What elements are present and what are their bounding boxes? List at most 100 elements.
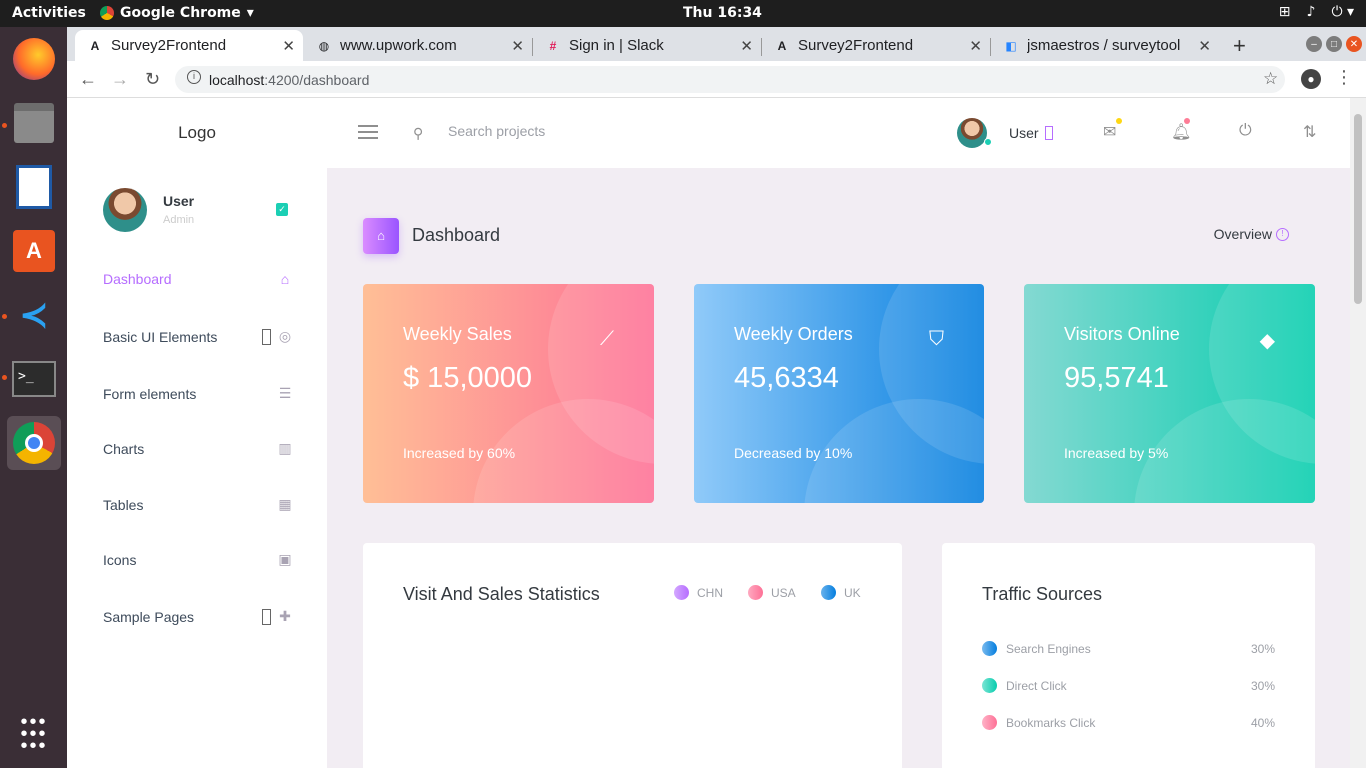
- card-footer: Increased by 60%: [403, 445, 516, 461]
- address-bar[interactable]: localhost:4200/dashboard: [175, 66, 1285, 93]
- tab-title: www.upwork.com: [340, 37, 457, 54]
- app-name: Google Chrome: [120, 5, 241, 21]
- chrome-icon: [100, 6, 114, 20]
- navbar-user-name[interactable]: User: [1009, 125, 1039, 141]
- card-value: 95,5741: [1064, 362, 1169, 394]
- tab-upwork[interactable]: ◍ www.upwork.com ✕: [304, 30, 533, 61]
- sidebar-profile[interactable]: User Admin ✓: [103, 188, 288, 232]
- card-value: $ 15,0000: [403, 362, 533, 394]
- activities-button[interactable]: Activities: [12, 5, 86, 21]
- back-icon[interactable]: ←: [79, 69, 97, 90]
- sidebar-item-dashboard[interactable]: Dashboard ⌂: [103, 271, 293, 287]
- card-footer: Increased by 5%: [1064, 445, 1169, 461]
- legend-swatch: [821, 585, 836, 600]
- sidebar-item-basic-ui[interactable]: Basic UI Elements ◎: [103, 328, 293, 345]
- scrollbar-thumb[interactable]: [1354, 114, 1362, 304]
- overview-link[interactable]: Overview!: [1214, 226, 1289, 242]
- tab-bitbucket[interactable]: ◧ jsmaestros / surveytool ✕: [991, 30, 1219, 61]
- card-weekly-orders: Weekly Orders 45,6334 Decreased by 10% ⛉: [694, 284, 984, 503]
- power-icon: ⏻ ▾: [1331, 4, 1354, 20]
- chart-line-icon: ⟋: [600, 328, 614, 350]
- home-icon: ⌂: [363, 218, 399, 254]
- card-title: Weekly Orders: [734, 324, 853, 344]
- mail-icon[interactable]: ✉: [1103, 122, 1116, 142]
- sidebar: Logo User Admin ✓ Dashboard ⌂ Basic UI El…: [67, 98, 327, 768]
- sidebar-item-icons[interactable]: Icons ▣: [103, 551, 293, 568]
- sidebar-item-label: Basic UI Elements: [103, 328, 218, 345]
- legend-label: CHN: [697, 585, 723, 600]
- sidebar-item-charts[interactable]: Charts ▥: [103, 440, 293, 457]
- dropdown-placeholder-icon[interactable]: [1045, 126, 1053, 140]
- page-scrollbar[interactable]: [1350, 98, 1366, 768]
- forward-icon[interactable]: →: [111, 69, 129, 90]
- traffic-swatch: [982, 715, 997, 730]
- logo[interactable]: Logo: [67, 98, 327, 168]
- volume-icon: ♪: [1306, 4, 1316, 20]
- chrome-dock-icon[interactable]: [7, 416, 61, 470]
- new-tab-button[interactable]: +: [1233, 33, 1246, 59]
- settings-list-icon[interactable]: ⇅: [1303, 122, 1316, 142]
- bell-icon[interactable]: 🔔︎: [1171, 122, 1191, 142]
- chevron-down-icon: ▾: [246, 5, 254, 21]
- close-icon[interactable]: ✕: [969, 37, 982, 55]
- show-applications-icon[interactable]: ••• ••• •••: [7, 707, 61, 761]
- profile-icon[interactable]: ●: [1301, 69, 1321, 89]
- search-input[interactable]: [448, 123, 698, 139]
- maximize-icon[interactable]: □: [1326, 36, 1342, 52]
- legend-item-uk: UK: [821, 585, 861, 600]
- slack-icon: #: [549, 38, 557, 53]
- search-icon: ⚲: [413, 125, 424, 141]
- sidebar-item-sample-pages[interactable]: Sample Pages ✚: [103, 608, 293, 625]
- tab-survey2frontend[interactable]: A Survey2Frontend ✕: [75, 30, 303, 61]
- table-icon: ▦: [278, 496, 292, 512]
- card-title: Visitors Online: [1064, 324, 1180, 344]
- profile-name: User: [163, 193, 195, 209]
- app-menu[interactable]: Google Chrome ▾: [100, 5, 254, 21]
- close-icon[interactable]: ✕: [511, 37, 524, 55]
- software-icon[interactable]: A: [7, 224, 61, 278]
- files-icon[interactable]: [7, 96, 61, 150]
- close-icon[interactable]: ✕: [1198, 37, 1211, 55]
- sidebar-item-form-elements[interactable]: Form elements ☰: [103, 385, 293, 402]
- bookmark-star-icon[interactable]: ☆: [1263, 69, 1278, 89]
- traffic-sources-panel: Traffic Sources Search Engines 30% Direct…: [942, 543, 1315, 768]
- contacts-icon: ▣: [278, 551, 292, 567]
- crosshairs-icon: ◎: [278, 328, 292, 344]
- vscode-icon[interactable]: ≺: [7, 288, 61, 342]
- tab-survey2frontend-2[interactable]: A Survey2Frontend ✕: [762, 30, 991, 61]
- card-footer: Decreased by 10%: [734, 445, 853, 461]
- legend-label: USA: [771, 585, 796, 600]
- traffic-row: Bookmarks Click 40%: [982, 715, 1275, 730]
- chevron-placeholder-icon: [262, 608, 271, 625]
- close-window-icon[interactable]: ✕: [1346, 36, 1362, 52]
- close-icon[interactable]: ✕: [740, 37, 753, 55]
- reload-icon[interactable]: ↻: [145, 69, 160, 90]
- legend-swatch: [748, 585, 763, 600]
- tab-slack[interactable]: # Sign in | Slack ✕: [533, 30, 762, 61]
- firefox-icon[interactable]: [7, 32, 61, 86]
- info-icon[interactable]: i: [187, 70, 201, 84]
- web-page: Logo User Admin ✓ Dashboard ⌂ Basic UI El…: [67, 98, 1350, 768]
- sidebar-item-tables[interactable]: Tables ▦: [103, 496, 293, 513]
- minimize-icon[interactable]: –: [1306, 36, 1322, 52]
- traffic-value: 30%: [1250, 678, 1275, 693]
- globe-icon: ◍: [318, 38, 330, 53]
- more-menu-icon[interactable]: ⋮: [1335, 67, 1353, 88]
- terminal-icon[interactable]: >_: [7, 352, 61, 406]
- menu-toggle-icon[interactable]: [358, 125, 378, 139]
- close-icon[interactable]: ✕: [282, 37, 295, 55]
- clock[interactable]: Thu 16:34: [683, 5, 762, 21]
- power-icon[interactable]: ⏻: [1239, 122, 1252, 140]
- traffic-row: Direct Click 30%: [982, 678, 1275, 693]
- list-icon: ☰: [278, 385, 292, 401]
- writer-icon[interactable]: [7, 160, 61, 214]
- navbar-avatar[interactable]: [957, 118, 987, 148]
- legend-swatch: [674, 585, 689, 600]
- url-path: :4200/dashboard: [264, 71, 370, 88]
- alert-circle-icon: !: [1276, 227, 1289, 241]
- os-top-bar: Activities Google Chrome ▾ Thu 16:34 ⊞ ♪ ⏻ …: [0, 0, 1366, 27]
- sidebar-item-label: Sample Pages: [103, 608, 195, 625]
- panel-title: Traffic Sources: [982, 584, 1103, 604]
- online-status-dot: [984, 138, 992, 146]
- system-tray[interactable]: ⊞ ♪ ⏻ ▾: [1279, 4, 1354, 20]
